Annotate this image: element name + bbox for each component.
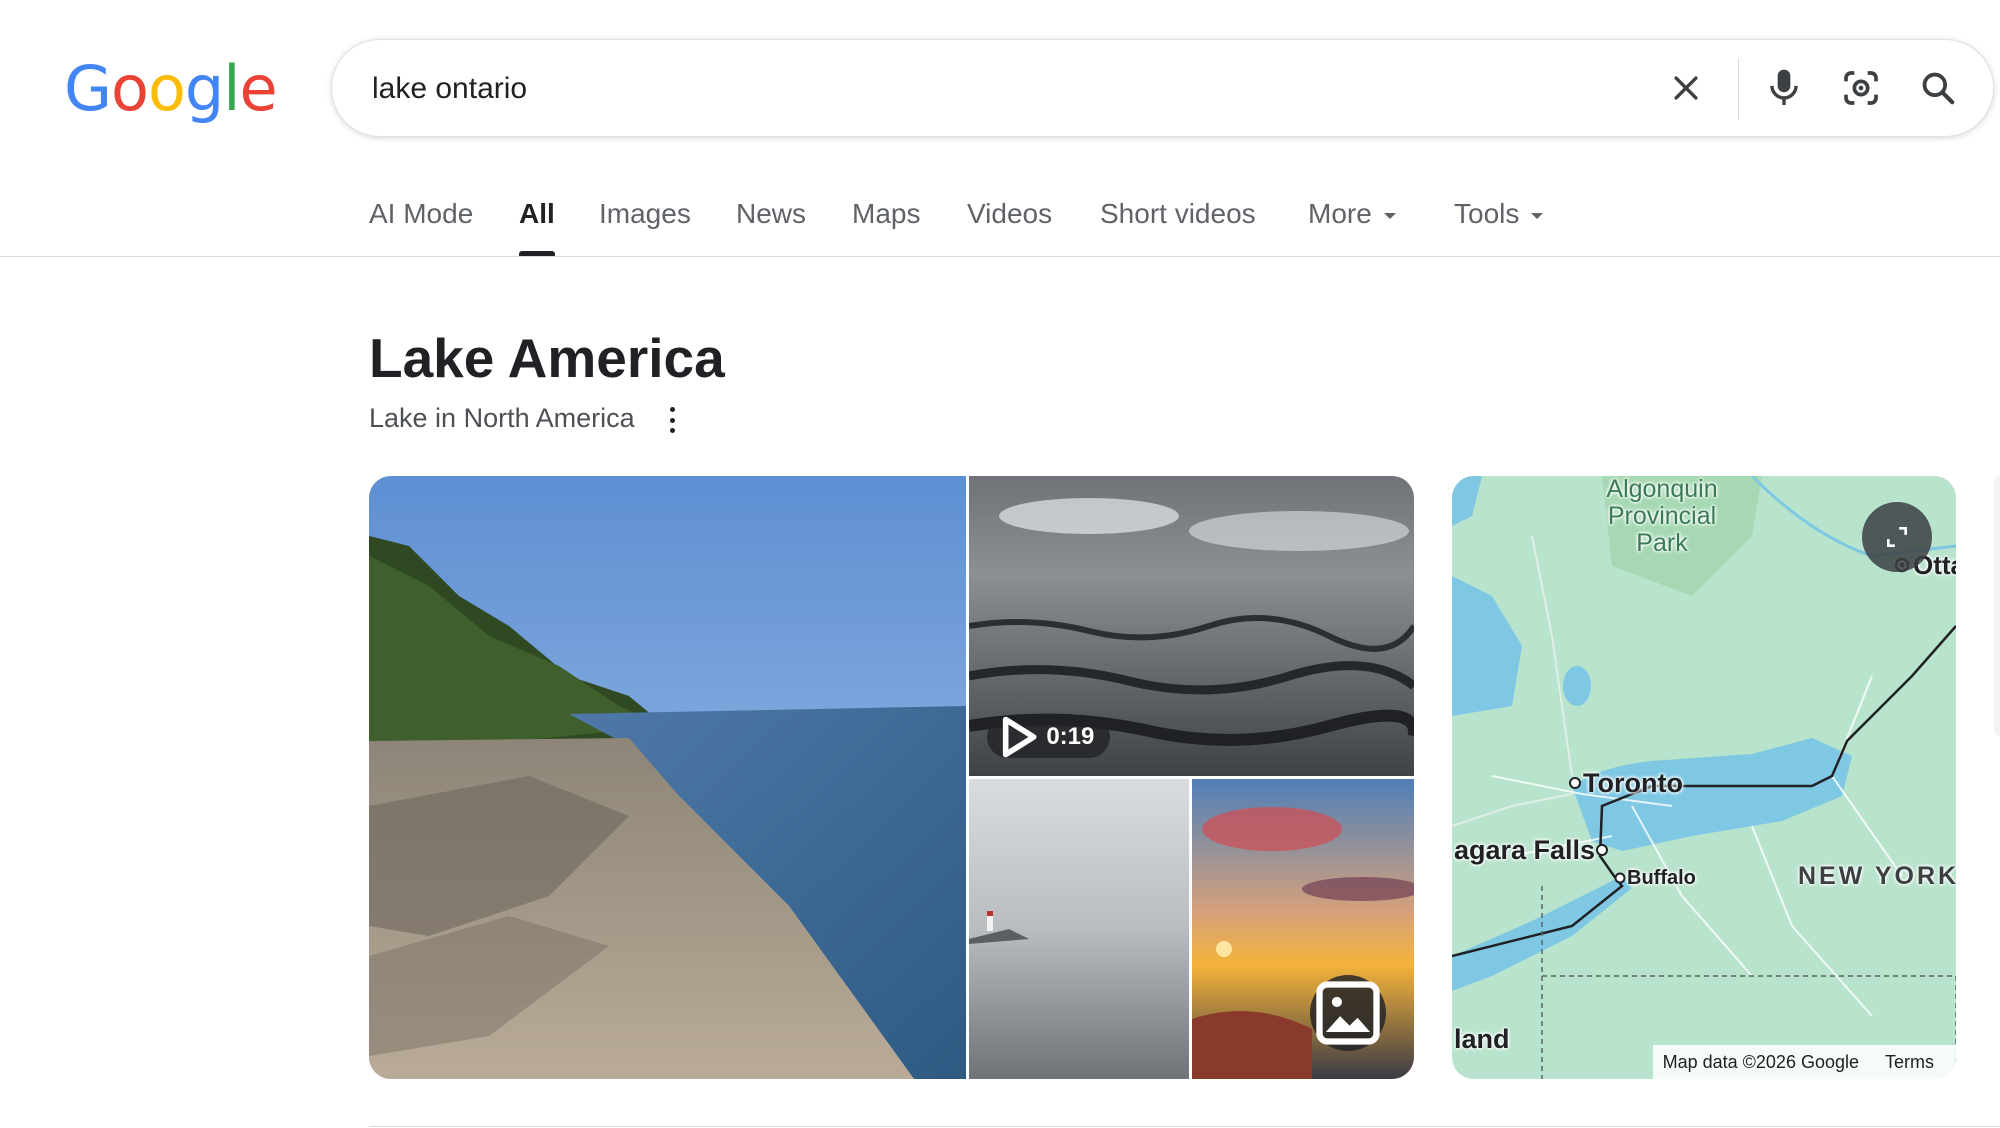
waves-video[interactable]: 0:19 bbox=[969, 476, 1414, 776]
view-images-button[interactable] bbox=[1310, 975, 1386, 1051]
map-label-park-line: Park bbox=[1636, 529, 1688, 557]
logo-letter: l bbox=[223, 52, 240, 125]
search-icon[interactable] bbox=[1910, 60, 1966, 116]
map-label-park-line: Provincial bbox=[1607, 502, 1717, 530]
tab-label: Short videos bbox=[1100, 198, 1256, 229]
tab-news[interactable]: News bbox=[736, 190, 806, 258]
video-duration-badge: 0:19 bbox=[987, 716, 1111, 758]
tab-label: Images bbox=[599, 198, 691, 229]
map-label-park-line: Algonquin bbox=[1606, 476, 1718, 503]
logo-letter: o bbox=[147, 52, 186, 125]
logo-letter: g bbox=[184, 52, 224, 125]
expand-map-button[interactable] bbox=[1862, 502, 1932, 572]
more-options-icon[interactable] bbox=[660, 404, 684, 436]
microphone-icon[interactable] bbox=[1756, 60, 1812, 116]
video-duration: 0:19 bbox=[1046, 723, 1095, 750]
next-panel-edge bbox=[1994, 476, 2000, 736]
logo-letter: o bbox=[111, 52, 149, 125]
logo-letter: G bbox=[64, 52, 112, 125]
map-label-island: land bbox=[1454, 1024, 1510, 1054]
tab-label: Tools bbox=[1454, 198, 1520, 229]
map-label-park: Algonquin Provincial Park bbox=[1597, 476, 1727, 557]
tab-tools[interactable]: Tools bbox=[1454, 190, 1544, 258]
logo-letter: e bbox=[239, 52, 278, 125]
tab-ai-mode[interactable]: AI Mode bbox=[369, 190, 473, 258]
tab-label: Videos bbox=[967, 198, 1053, 229]
map-footer: Map data ©2026 Google Terms bbox=[1652, 1045, 1956, 1079]
caret-down-icon bbox=[1531, 212, 1544, 219]
map-terms-link[interactable]: Terms bbox=[1885, 1052, 1934, 1073]
tab-label: Maps bbox=[852, 198, 921, 229]
map-attribution: Map data ©2026 Google bbox=[1662, 1051, 1859, 1072]
tab-all[interactable]: All bbox=[519, 190, 555, 258]
tabs-divider bbox=[0, 256, 2000, 257]
tab-more[interactable]: More bbox=[1308, 190, 1396, 258]
tab-label: More bbox=[1308, 198, 1372, 229]
map-label-new-york: NEW YORK bbox=[1798, 862, 1956, 890]
play-icon bbox=[1002, 716, 1037, 758]
tab-videos[interactable]: Videos bbox=[967, 190, 1052, 258]
beach-photo[interactable] bbox=[369, 476, 966, 1079]
tab-label: News bbox=[736, 198, 807, 229]
search-divider bbox=[1738, 58, 1739, 120]
tab-maps[interactable]: Maps bbox=[852, 190, 920, 258]
close-icon[interactable] bbox=[1658, 60, 1714, 116]
section-divider bbox=[369, 1126, 2000, 1127]
google-lens-icon[interactable] bbox=[1833, 60, 1889, 116]
map-label-buffalo: Buffalo bbox=[1627, 867, 1696, 889]
search-bar bbox=[331, 39, 1994, 137]
map-label-niagara-falls: agara Falls bbox=[1454, 835, 1596, 865]
image-icon bbox=[1316, 981, 1380, 1045]
image-gallery: 0:19 bbox=[369, 476, 1414, 1079]
tab-short-videos[interactable]: Short videos bbox=[1100, 190, 1256, 258]
caret-down-icon bbox=[1383, 212, 1396, 219]
tab-label: All bbox=[519, 198, 555, 229]
google-logo[interactable]: Google bbox=[64, 52, 278, 125]
search-input[interactable] bbox=[370, 62, 1594, 116]
entity-subtitle: Lake in North America bbox=[369, 403, 635, 433]
tab-images[interactable]: Images bbox=[599, 190, 691, 258]
location-map[interactable]: Algonquin Provincial Park Otta Toronto a… bbox=[1452, 476, 1956, 1079]
lighthouse-photo[interactable] bbox=[969, 779, 1189, 1079]
tab-label: AI Mode bbox=[369, 198, 474, 229]
entity-title: Lake America bbox=[369, 327, 725, 389]
sunset-photo[interactable] bbox=[1192, 779, 1414, 1079]
map-label-toronto: Toronto bbox=[1583, 768, 1683, 798]
expand-icon bbox=[1887, 527, 1907, 547]
